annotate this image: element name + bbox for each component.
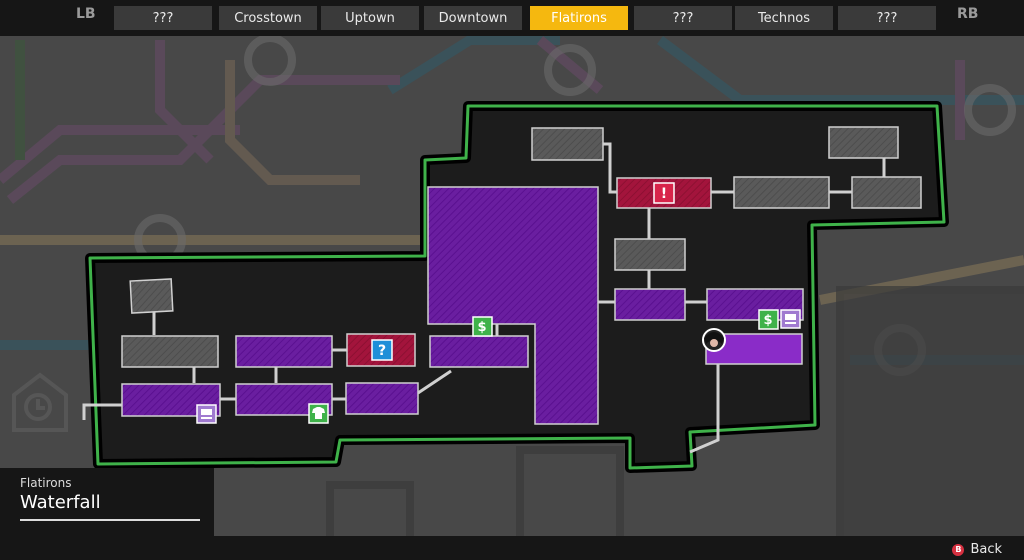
tab-uptown[interactable]: Uptown	[321, 6, 419, 30]
room-visited	[345, 382, 419, 415]
transit-icon	[780, 309, 801, 329]
b-button-icon: B	[952, 543, 965, 556]
tab-technos[interactable]: Technos	[735, 6, 833, 30]
svg-text:$: $	[763, 313, 772, 328]
room-visited	[614, 288, 686, 321]
back-label: Back	[970, 542, 1002, 557]
shop-icon: $	[472, 316, 493, 337]
lb-bumper-label[interactable]: LB	[76, 6, 96, 22]
tab-unknown-3[interactable]: ???	[838, 6, 936, 30]
room-unexplored	[828, 126, 899, 159]
svg-text:?: ?	[378, 343, 386, 359]
district-name: Flatirons	[20, 476, 72, 490]
room-visited	[429, 335, 529, 368]
tab-unknown-1[interactable]: ???	[114, 6, 212, 30]
tab-flatirons[interactable]: Flatirons	[530, 6, 628, 30]
svg-text:!: !	[661, 186, 667, 202]
svg-text:$: $	[477, 320, 486, 335]
room-unexplored	[129, 278, 174, 314]
tab-unknown-2[interactable]: ???	[634, 6, 732, 30]
transit-icon	[196, 404, 217, 424]
location-name: Waterfall	[20, 492, 101, 513]
room-visited	[235, 335, 333, 368]
room-unexplored	[733, 176, 830, 209]
mystery-marker-icon: ?	[371, 339, 393, 361]
quest-marker-icon: !	[653, 182, 675, 204]
room-unexplored	[851, 176, 922, 209]
player-avatar-icon	[702, 328, 726, 352]
tab-downtown[interactable]: Downtown	[424, 6, 522, 30]
tab-crosstown[interactable]: Crosstown	[219, 6, 317, 30]
room-unexplored	[614, 238, 686, 271]
divider	[20, 519, 200, 521]
rb-bumper-label[interactable]: RB	[957, 6, 978, 22]
back-button[interactable]: B Back	[952, 542, 1002, 557]
room-unexplored	[121, 335, 219, 368]
shop-icon: $	[758, 309, 779, 330]
clothing-shop-icon	[308, 403, 329, 424]
footer-bar	[214, 536, 1024, 560]
room-unexplored	[531, 127, 604, 161]
location-info-panel: Flatirons Waterfall	[0, 468, 214, 560]
